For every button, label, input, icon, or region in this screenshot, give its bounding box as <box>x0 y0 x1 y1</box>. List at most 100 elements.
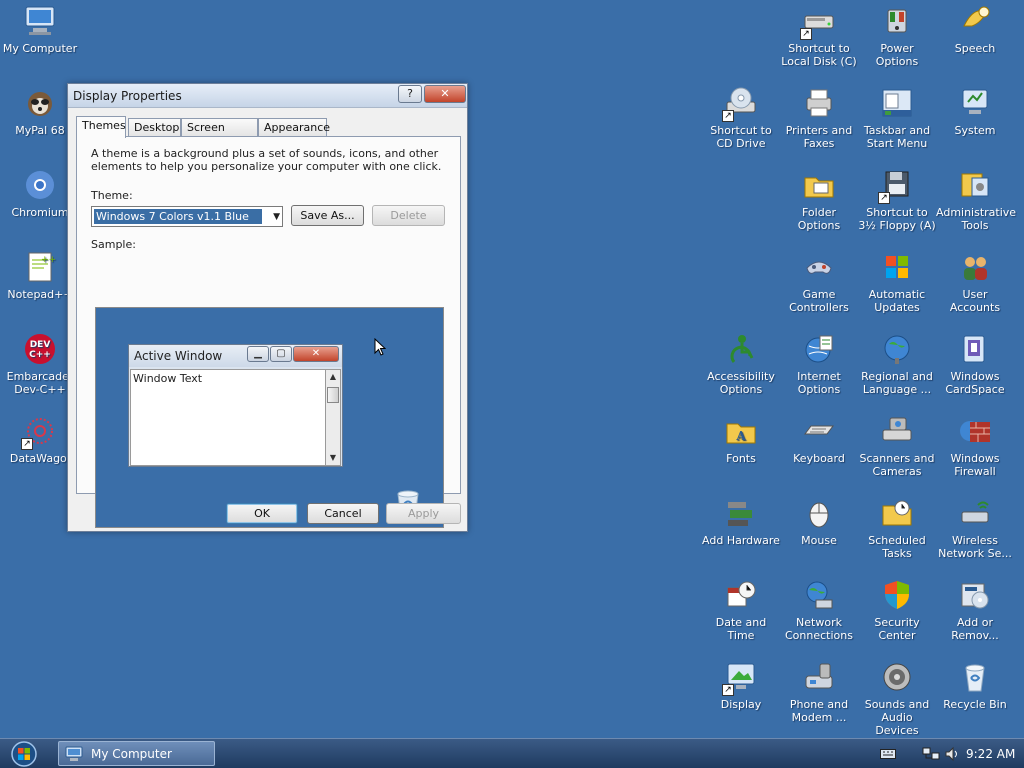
automatic-updates-icon <box>880 250 914 284</box>
desktop-icon-folder-options[interactable]: Folder Options <box>780 168 858 232</box>
desktop-icon-label: Power Options <box>875 42 919 68</box>
desktop-icon-taskbar-start-menu[interactable]: Taskbar and Start Menu <box>858 86 936 150</box>
dialog-titlebar[interactable]: Display Properties ? ✕ <box>68 84 467 108</box>
theme-label: Theme: <box>91 189 133 202</box>
my-computer-icon <box>65 746 83 761</box>
desktop-icon-game-controllers[interactable]: Game Controllers <box>780 250 858 314</box>
desktop-icon-label: Add Hardware <box>702 534 780 547</box>
desktop-icon-network-connections[interactable]: Network Connections <box>780 578 858 642</box>
chevron-down-icon[interactable]: ▼ <box>273 212 280 222</box>
desktop-icon-date-time[interactable]: Date and Time <box>702 578 780 642</box>
desktop-icon-accessibility[interactable]: Accessibility Options <box>702 332 780 396</box>
desktop-icon-fonts[interactable]: A Fonts <box>702 414 780 465</box>
desktop-icon-label: My Computer <box>2 42 78 55</box>
desktop-icon-label: Mouse <box>801 534 837 547</box>
tab-desktop[interactable]: Desktop <box>128 118 181 137</box>
desktop-icon-label: Date and Time <box>715 616 767 642</box>
mypal-icon <box>23 86 57 120</box>
tab-appearance[interactable]: Appearance <box>258 118 330 137</box>
desktop-icon-local-disk[interactable]: ↗ Shortcut to Local Disk (C) <box>780 4 858 68</box>
local-disk-icon: ↗ <box>800 4 836 40</box>
desktop-icon-system[interactable]: System <box>936 86 1014 137</box>
desktop-icon-label: Game Controllers <box>789 288 849 314</box>
mouse-cursor-icon <box>374 338 386 356</box>
desktop-icon-wireless-network[interactable]: Wireless Network Se... <box>936 496 1014 560</box>
desktop-icon-keyboard[interactable]: Keyboard <box>780 414 858 465</box>
desktop-icon-firewall[interactable]: Windows Firewall <box>936 414 1014 478</box>
save-as-button[interactable]: Save As... <box>291 205 364 226</box>
desktop-icon-label: Display <box>720 698 762 711</box>
desktop-icon-label: Regional and Language ... <box>861 370 933 396</box>
desktop-icon-power-options[interactable]: Power Options <box>858 4 936 68</box>
desktop-icon-phone-modem[interactable]: Phone and Modem ... <box>780 660 858 724</box>
tab-themes[interactable]: Themes <box>76 116 126 138</box>
desktop-icon-label: Administrative Tools <box>936 206 1017 232</box>
shortcut-arrow-icon: ↗ <box>722 110 734 122</box>
scroll-down-icon: ▼ <box>329 453 337 462</box>
security-center-icon <box>880 578 914 612</box>
network-tray-icon[interactable] <box>922 747 940 761</box>
desktop-icon-recycle-bin[interactable]: Recycle Bin <box>936 660 1014 711</box>
desktop-icon-label: Add or Remov... <box>951 616 999 642</box>
desktop-icon-automatic-updates[interactable]: Automatic Updates <box>858 250 936 314</box>
cancel-button[interactable]: Cancel <box>307 503 379 524</box>
svg-text:A: A <box>735 429 746 443</box>
scanners-cameras-icon <box>880 414 914 448</box>
cd-drive-icon: ↗ <box>722 86 758 122</box>
ok-button[interactable]: OK <box>226 503 298 524</box>
desktop-icon-my-computer[interactable]: My Computer <box>1 4 79 55</box>
desktop-icon-administrative-tools[interactable]: Administrative Tools <box>936 168 1017 232</box>
internet-options-icon <box>802 332 836 366</box>
help-button[interactable]: ? <box>398 85 422 103</box>
apply-button[interactable]: Apply <box>386 503 461 524</box>
sample-scrollbar: ▲ ▼ <box>325 369 341 466</box>
desktop-icon-cardspace[interactable]: Windows CardSpace <box>936 332 1014 396</box>
desktop-icon-scheduled-tasks[interactable]: Scheduled Tasks <box>858 496 936 560</box>
desktop-icon-label: Scanners and Cameras <box>859 452 935 478</box>
desktop-icon-sounds-audio[interactable]: Sounds and Audio Devices <box>858 660 936 737</box>
desktop-icon-security-center[interactable]: Security Center <box>858 578 936 642</box>
keyboard-tray-icon[interactable] <box>880 749 896 759</box>
dialog-title: Display Properties <box>73 89 182 103</box>
desktop-icon-add-remove-programs[interactable]: Add or Remov... <box>936 578 1014 642</box>
administrative-tools-icon <box>958 168 992 202</box>
sample-window-text: Window Text <box>133 372 203 385</box>
scroll-thumb <box>327 387 339 403</box>
svg-text:++: ++ <box>41 255 56 265</box>
wireless-network-icon <box>958 496 992 530</box>
desktop-icon-label: Keyboard <box>793 452 845 465</box>
desktop-icon-internet-options[interactable]: Internet Options <box>780 332 858 396</box>
taskbar-item-my-computer[interactable]: My Computer <box>58 741 215 766</box>
desktop-icon-display[interactable]: ↗ Display <box>702 660 780 711</box>
desktop-icon-speech[interactable]: Speech <box>936 4 1014 55</box>
display-properties-dialog: Display Properties ? ✕ Themes Desktop Sc… <box>67 83 468 532</box>
network-connections-icon <box>802 578 836 612</box>
start-button[interactable] <box>6 741 42 767</box>
maximize-icon: ▢ <box>270 346 292 362</box>
my-computer-icon <box>23 4 57 38</box>
desktop-icon-mouse[interactable]: Mouse <box>780 496 858 547</box>
phone-modem-icon <box>802 660 836 694</box>
scheduled-tasks-icon <box>880 496 914 530</box>
desktop-icon-user-accounts[interactable]: User Accounts <box>936 250 1014 314</box>
desktop-icon-label: Automatic Updates <box>868 288 926 314</box>
desktop-icon-label: DataWago. <box>9 452 71 465</box>
theme-select[interactable]: Windows 7 Colors v1.1 Blue ▼ <box>91 206 283 227</box>
desktop-icon-printers-faxes[interactable]: Printers and Faxes <box>780 86 858 150</box>
shortcut-arrow-icon: ↗ <box>722 684 734 696</box>
desktop-icon-scanners-cameras[interactable]: Scanners and Cameras <box>858 414 936 478</box>
desktop-icon-label: Chromium <box>11 206 69 219</box>
desktop-icon-label: Shortcut to Local Disk (C) <box>781 42 857 68</box>
desktop-icon-floppy[interactable]: ↗ Shortcut to 3½ Floppy (A) <box>858 168 936 232</box>
volume-tray-icon[interactable] <box>944 746 960 762</box>
sample-label: Sample: <box>91 238 136 251</box>
desktop-icon-label: Scheduled Tasks <box>868 534 926 560</box>
tab-screen-saver[interactable]: Screen Saver <box>181 118 258 147</box>
chromium-icon <box>23 168 57 202</box>
scroll-up-icon: ▲ <box>329 372 337 381</box>
desktop-icon-cd-drive[interactable]: ↗ Shortcut to CD Drive <box>702 86 780 150</box>
delete-button[interactable]: Delete <box>372 205 445 226</box>
desktop-icon-add-hardware[interactable]: Add Hardware <box>702 496 780 547</box>
close-button[interactable]: ✕ <box>424 85 466 103</box>
desktop-icon-regional-language[interactable]: Regional and Language ... <box>858 332 936 396</box>
